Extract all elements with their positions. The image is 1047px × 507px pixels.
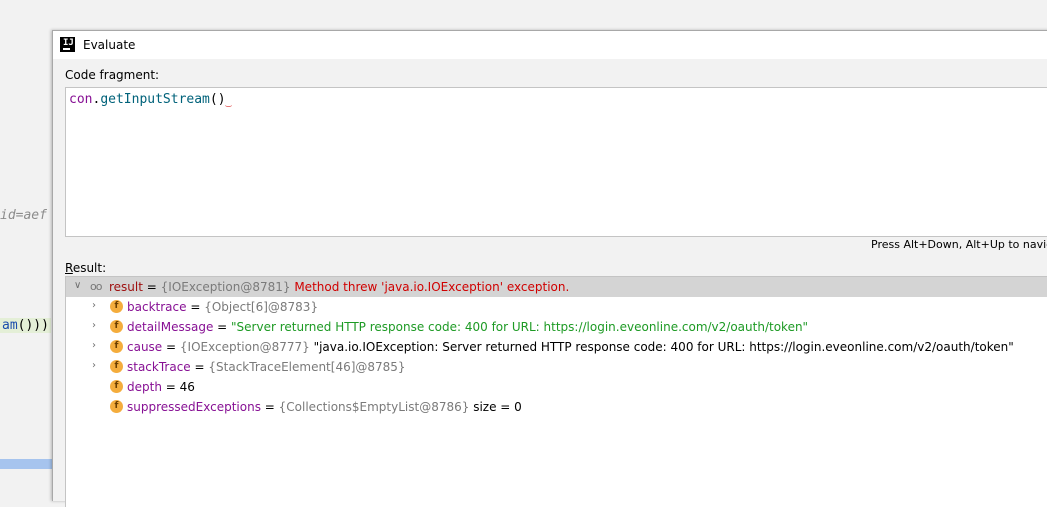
field-name: backtrace	[127, 300, 187, 314]
editor-snippet-parens: ()))	[17, 318, 49, 333]
tree-row-result[interactable]: ∨ oo result = {IOException@8781} Method …	[66, 277, 1047, 297]
field-type: {Object[6]@8783}	[204, 300, 319, 314]
chevron-right-icon[interactable]: ›	[92, 360, 102, 372]
code-fragment-label: Code fragment:	[65, 68, 160, 82]
dialog-title: Evaluate	[83, 38, 136, 52]
code-token-parens: ()	[209, 92, 226, 107]
field-value: 46	[179, 380, 195, 394]
field-icon: f	[110, 300, 123, 313]
tree-row-backtrace[interactable]: › f backtrace = {Object[6]@8783}	[66, 297, 1047, 317]
field-type: {StackTraceElement[46]@8785}	[208, 360, 406, 374]
chevron-right-icon[interactable]: ›	[92, 340, 102, 352]
chevron-down-icon[interactable]: ∨	[74, 280, 84, 292]
field-icon: f	[110, 400, 123, 413]
field-icon: f	[110, 340, 123, 353]
evaluate-dialog: IJ Evaluate Code fragment: con.getInputS…	[52, 30, 1047, 507]
tree-row-depth[interactable]: f depth = 46	[66, 377, 1047, 397]
tree-row-stacktrace[interactable]: › f stackTrace = {StackTraceElement[46]@…	[66, 357, 1047, 377]
field-icon: f	[110, 320, 123, 333]
field-name: suppressedExceptions	[127, 400, 261, 414]
field-name: cause	[127, 340, 163, 354]
tree-row-cause[interactable]: › f cause = {IOException@8777} "java.io.…	[66, 337, 1047, 357]
tree-row-detailmessage[interactable]: › f detailMessage = "Server returned HTT…	[66, 317, 1047, 337]
field-type: {IOException@8777}	[179, 340, 310, 354]
editor-code-snippet-highlighted: am()))	[0, 318, 51, 333]
result-name: result	[109, 280, 143, 294]
code-fragment-text[interactable]: con.getInputStream()‿	[69, 92, 232, 108]
field-name: stackTrace	[127, 360, 191, 374]
editor-background	[0, 0, 52, 496]
field-icon: f	[110, 380, 123, 393]
field-value: "java.io.IOException: Server returned HT…	[313, 340, 1014, 354]
navigation-hint: Press Alt+Down, Alt+Up to navigate	[871, 238, 1047, 251]
intellij-icon: IJ	[60, 37, 75, 52]
tree-row-suppressedexceptions[interactable]: f suppressedExceptions = {Collections$Em…	[66, 397, 1047, 417]
chevron-right-icon[interactable]: ›	[92, 300, 102, 312]
warning-squiggle-icon: ‿	[225, 97, 232, 108]
result-label: Result:	[65, 261, 107, 275]
glasses-icon: oo	[90, 280, 103, 293]
code-token-variable: con	[69, 92, 93, 107]
result-error-message: Method threw 'java.io.IOException' excep…	[294, 280, 570, 294]
code-token-method: getInputStream	[100, 92, 210, 107]
editor-code-snippet: id=aef	[0, 208, 47, 223]
dialog-title-bar[interactable]: IJ Evaluate	[53, 31, 1047, 59]
field-name: detailMessage	[127, 320, 214, 334]
field-type: {Collections$EmptyList@8786}	[278, 400, 470, 414]
result-tree[interactable]: ∨ oo result = {IOException@8781} Method …	[65, 276, 1047, 507]
code-fragment-editor[interactable]: con.getInputStream()‿	[65, 87, 1047, 237]
chevron-right-icon[interactable]: ›	[92, 320, 102, 332]
field-value: size = 0	[473, 400, 522, 414]
field-string-value: "Server returned HTTP response code: 400…	[231, 320, 809, 334]
field-name: depth	[127, 380, 162, 394]
editor-snippet-method: am	[2, 318, 18, 333]
result-type: {IOException@8781}	[160, 280, 291, 294]
editor-current-line-marker	[0, 459, 52, 469]
field-icon: f	[110, 360, 123, 373]
